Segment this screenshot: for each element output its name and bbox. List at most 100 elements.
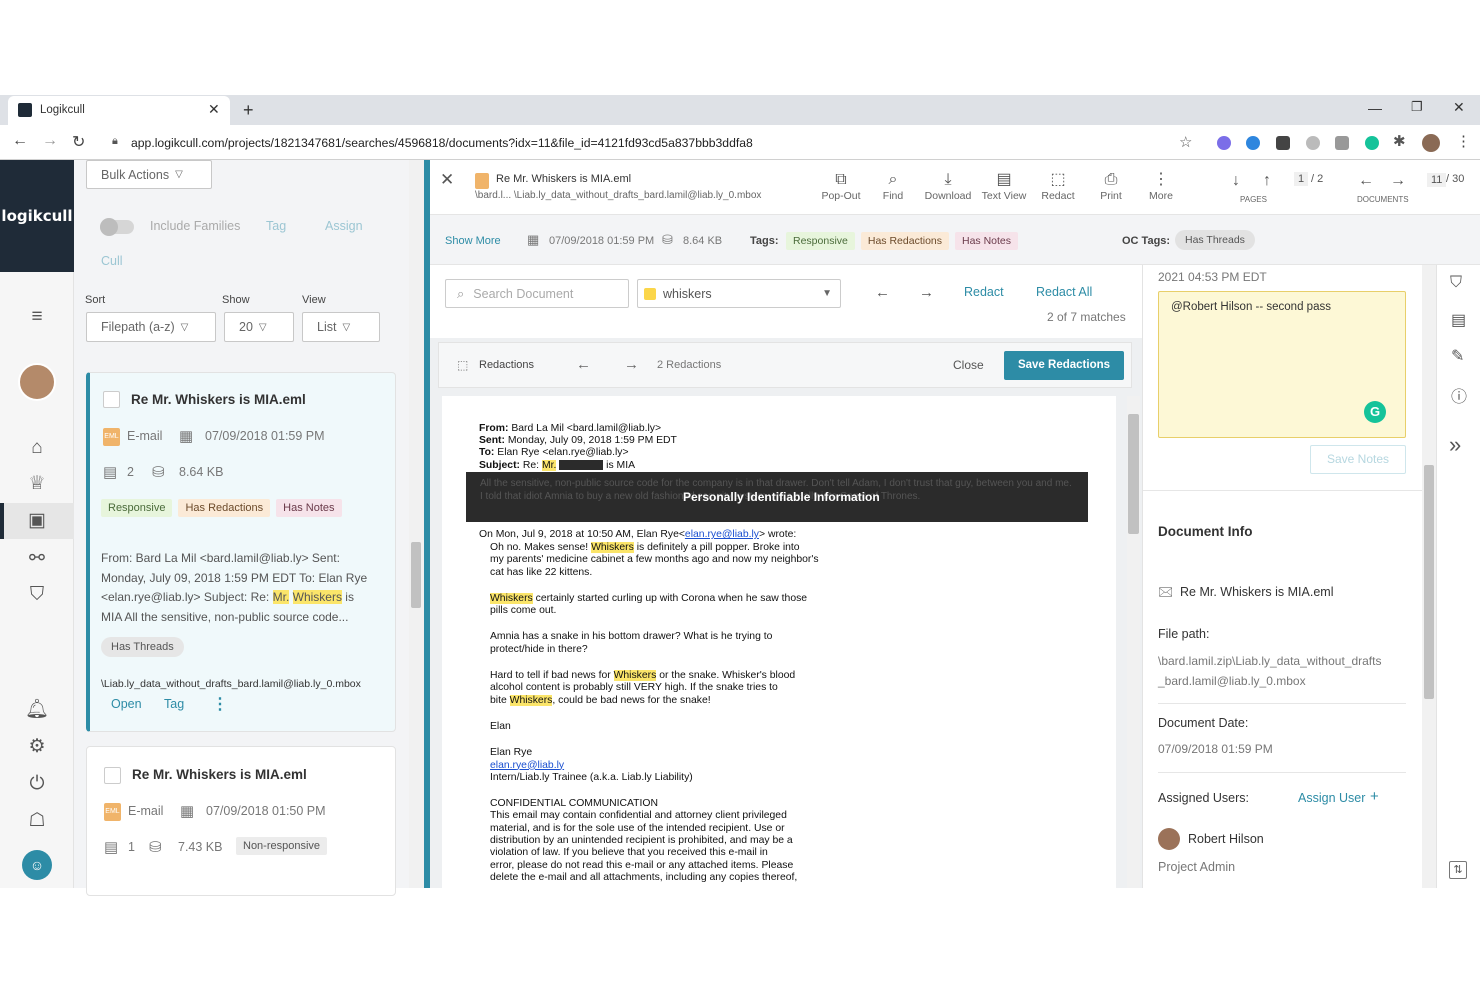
card-more-icon[interactable]: ⋮: [212, 694, 228, 714]
tag-link[interactable]: Tag: [266, 219, 286, 233]
assign-user-link[interactable]: Assign User: [1298, 791, 1365, 805]
details-scrollbar-thumb[interactable]: [1424, 465, 1434, 699]
search-document-input[interactable]: ⌕ Search Document: [445, 279, 629, 308]
tag-action-link[interactable]: Tag: [164, 697, 184, 711]
reload-icon[interactable]: ↻: [72, 132, 85, 152]
tab-close-icon[interactable]: ✕: [208, 101, 220, 118]
assign-link[interactable]: Assign: [325, 219, 363, 233]
close-viewer-icon[interactable]: ✕: [440, 170, 454, 190]
page-down-icon[interactable]: ↓: [1232, 172, 1240, 190]
save-notes-button[interactable]: Save Notes: [1310, 445, 1406, 474]
forward-icon[interactable]: →: [42, 132, 58, 150]
bookmark-star-icon[interactable]: ☆: [1179, 133, 1192, 151]
plus-icon[interactable]: +: [1370, 788, 1379, 805]
tag-has-redactions[interactable]: Has Redactions: [178, 499, 271, 517]
extension-icon[interactable]: [1217, 136, 1231, 150]
search-term-select[interactable]: whiskers ▼: [637, 279, 841, 308]
notes-icon[interactable]: ✎: [1451, 346, 1464, 366]
document-card[interactable]: Re Mr. Whiskers is MIA.eml EML E-mail ▦ …: [86, 372, 396, 732]
collapse-menu-icon[interactable]: ≡: [22, 305, 52, 329]
page-scrollbar[interactable]: [1127, 396, 1140, 888]
view-select[interactable]: List ▽: [302, 312, 380, 342]
cull-link[interactable]: Cull: [101, 254, 123, 268]
page-current[interactable]: 1: [1294, 172, 1309, 186]
help-desk-icon[interactable]: ☖: [22, 809, 52, 833]
open-link[interactable]: Open: [111, 697, 142, 711]
tag-has-notes[interactable]: Has Notes: [276, 499, 342, 517]
save-redactions-button[interactable]: Save Redactions: [1004, 351, 1124, 380]
share-icon[interactable]: ⚯: [22, 547, 52, 571]
list-scrollbar[interactable]: [409, 160, 424, 888]
next-redaction-icon[interactable]: →: [624, 356, 639, 373]
text-view-button[interactable]: ▤ Text View: [980, 170, 1028, 202]
clipboard-icon[interactable]: ▤: [1451, 310, 1466, 330]
browser-tab[interactable]: Logikcull ✕: [8, 96, 230, 125]
prev-redaction-icon[interactable]: ←: [576, 356, 591, 373]
logikcull-logo[interactable]: logikcull: [0, 160, 74, 272]
show-select[interactable]: 20 ▽: [224, 312, 294, 342]
sort-toggle-icon[interactable]: ⇅: [1449, 861, 1467, 879]
next-match-icon[interactable]: →: [919, 284, 934, 301]
close-redactions-button[interactable]: Close: [953, 358, 984, 372]
extension-icon[interactable]: [1306, 136, 1320, 150]
extension-icon[interactable]: [1276, 136, 1290, 150]
page-scrollbar-thumb[interactable]: [1128, 414, 1139, 534]
card-checkbox[interactable]: [104, 767, 121, 784]
card-title[interactable]: Re Mr. Whiskers is MIA.eml: [132, 767, 307, 782]
tag-icon[interactable]: ⛉: [1450, 274, 1462, 292]
prev-match-icon[interactable]: ←: [875, 284, 890, 301]
bell-icon[interactable]: 🔔︎: [22, 698, 52, 722]
shield-icon[interactable]: ⛉: [22, 583, 52, 607]
support-chat-icon[interactable]: ☺: [22, 850, 52, 880]
tag-has-threads[interactable]: Has Threads: [1175, 230, 1255, 250]
home-icon[interactable]: ⌂: [22, 436, 52, 460]
tag-has-threads[interactable]: Has Threads: [101, 637, 184, 657]
card-title[interactable]: Re Mr. Whiskers is MIA.eml: [131, 392, 306, 407]
grammarly-icon[interactable]: G: [1364, 401, 1386, 423]
restore-icon[interactable]: ❐: [1411, 99, 1423, 115]
prev-document-icon[interactable]: ←: [1358, 172, 1374, 190]
email-link[interactable]: elan.rye@liab.ly: [685, 529, 759, 540]
extension-icon[interactable]: [1246, 136, 1260, 150]
tag-non-responsive[interactable]: Non-responsive: [236, 837, 328, 855]
notes-textarea[interactable]: @Robert Hilson -- second pass G: [1158, 291, 1406, 438]
details-scrollbar[interactable]: [1422, 265, 1436, 888]
more-button[interactable]: ⋮ More: [1143, 170, 1179, 202]
next-document-icon[interactable]: →: [1390, 172, 1406, 190]
url-text[interactable]: app.logikcull.com/projects/1821347681/se…: [131, 136, 753, 150]
bulk-actions-button[interactable]: Bulk Actions ▽: [86, 160, 212, 189]
redact-tool-button[interactable]: ⬚ Redact: [1038, 170, 1078, 202]
card-checkbox[interactable]: [103, 391, 120, 408]
new-tab-icon[interactable]: +: [243, 100, 254, 121]
user-avatar[interactable]: [18, 363, 56, 401]
redaction-box[interactable]: [559, 459, 604, 470]
doc-current[interactable]: 11: [1427, 173, 1447, 187]
grammarly-extension-icon[interactable]: [1365, 136, 1379, 150]
tag-has-redactions[interactable]: Has Redactions: [860, 232, 949, 250]
tag-has-notes[interactable]: Has Notes: [955, 232, 1019, 250]
download-button[interactable]: ⤓ Download: [922, 170, 974, 202]
page-up-icon[interactable]: ↑: [1263, 172, 1271, 190]
include-families-toggle[interactable]: [100, 218, 134, 236]
document-card[interactable]: Re Mr. Whiskers is MIA.eml EML E-mail ▦ …: [86, 746, 396, 896]
signature-email-link[interactable]: elan.rye@liab.ly: [490, 760, 1050, 772]
redact-match-button[interactable]: Redact: [964, 285, 1004, 299]
list-scrollbar-thumb[interactable]: [411, 542, 421, 608]
redact-all-button[interactable]: Redact All: [1036, 285, 1092, 299]
camera-extension-icon[interactable]: [1335, 136, 1349, 150]
sort-select[interactable]: Filepath (a-z) ▽: [86, 312, 216, 342]
print-button[interactable]: ⎙ Print: [1094, 170, 1128, 202]
tag-responsive[interactable]: Responsive: [786, 232, 855, 250]
browser-menu-icon[interactable]: ⋮: [1456, 132, 1471, 150]
expand-panel-icon[interactable]: »: [1449, 432, 1461, 458]
find-button[interactable]: ⌕ Find: [876, 170, 910, 202]
show-more-link[interactable]: Show More: [445, 235, 501, 247]
tag-responsive[interactable]: Responsive: [101, 499, 173, 517]
profile-avatar[interactable]: [1422, 134, 1440, 152]
gear-icon[interactable]: ⚙: [22, 735, 52, 759]
popout-button[interactable]: ⧉ Pop-Out: [818, 170, 864, 202]
minimize-icon[interactable]: —: [1368, 100, 1382, 116]
puzzle-extensions-icon[interactable]: ✱: [1393, 132, 1406, 150]
window-close-icon[interactable]: ✕: [1453, 99, 1465, 116]
back-icon[interactable]: ←: [12, 132, 28, 150]
